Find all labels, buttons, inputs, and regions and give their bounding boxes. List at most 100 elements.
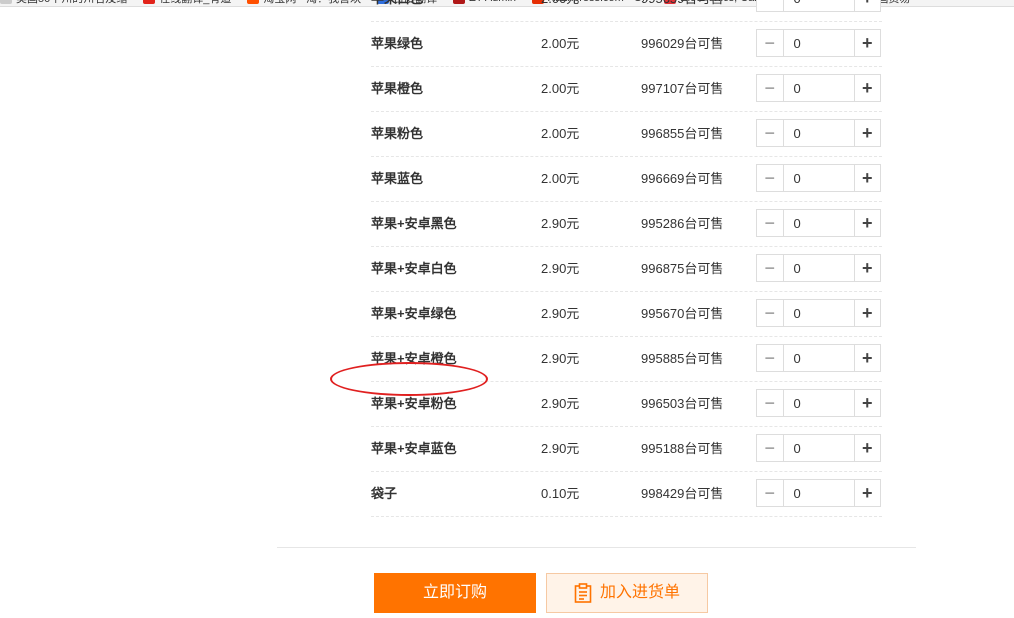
sku-price: 2.90元 — [541, 261, 580, 276]
increase-quantity-button[interactable]: + — [853, 0, 881, 11]
sku-name: 苹果白色 — [371, 0, 423, 21]
add-to-purchase-list-button[interactable]: 加入进货单 — [546, 573, 708, 613]
stock-number: 996029 — [641, 36, 685, 51]
buy-now-button[interactable]: 立即订购 — [374, 573, 536, 613]
quantity-input[interactable] — [783, 75, 854, 101]
stock-number: 996875 — [641, 261, 685, 276]
sku-row: 苹果+安卓橙色2.90元995885台可售−+ — [371, 337, 882, 382]
sku-stock: 996855台可售 — [641, 112, 723, 156]
stock-unit: 台可售 — [684, 396, 724, 411]
increase-quantity-button[interactable]: + — [853, 255, 881, 281]
sku-stock: 996875台可售 — [641, 247, 723, 291]
decrease-quantity-button[interactable]: − — [757, 30, 784, 56]
quantity-input[interactable] — [783, 435, 854, 461]
increase-quantity-button[interactable]: + — [853, 120, 881, 146]
quantity-stepper: −+ — [756, 164, 881, 192]
quantity-input[interactable] — [783, 300, 854, 326]
sku-price: 2.00元 — [541, 0, 579, 21]
sku-stock: 995188台可售 — [641, 427, 723, 471]
decrease-quantity-button[interactable]: − — [757, 345, 784, 371]
quantity-stepper: −+ — [756, 29, 881, 57]
decrease-quantity-button[interactable]: − — [757, 210, 784, 236]
increase-quantity-button[interactable]: + — [853, 390, 881, 416]
sku-stock: 995286台可售 — [641, 202, 723, 246]
decrease-quantity-button[interactable]: − — [757, 120, 784, 146]
increase-quantity-button[interactable]: + — [853, 30, 881, 56]
sku-name: 苹果+安卓蓝色 — [371, 441, 457, 456]
sku-stock: 995659台可售 — [641, 0, 723, 21]
stock-number: 995659 — [641, 0, 684, 6]
increase-quantity-button[interactable]: + — [853, 480, 881, 506]
increase-quantity-button[interactable]: + — [853, 75, 881, 101]
quantity-input[interactable] — [783, 0, 854, 11]
quantity-stepper: −+ — [756, 74, 881, 102]
stock-unit: 台可售 — [684, 261, 724, 276]
bookmark-label: 在线翻译_有道 — [159, 0, 231, 6]
quantity-input[interactable] — [783, 390, 854, 416]
sku-price: 2.90元 — [541, 396, 580, 411]
sku-row: 苹果+安卓黑色2.90元995286台可售−+ — [371, 202, 882, 247]
increase-quantity-button[interactable]: + — [853, 300, 881, 326]
increase-quantity-button[interactable]: + — [853, 165, 881, 191]
sku-name: 苹果橙色 — [371, 81, 424, 96]
sku-name: 苹果+安卓粉色 — [371, 396, 457, 411]
increase-quantity-button[interactable]: + — [853, 345, 881, 371]
quantity-input[interactable] — [783, 30, 854, 56]
quantity-input[interactable] — [783, 480, 854, 506]
stock-number: 996503 — [641, 396, 685, 411]
decrease-quantity-button[interactable]: − — [757, 390, 784, 416]
quantity-stepper: −+ — [756, 389, 881, 417]
quantity-input[interactable] — [783, 345, 854, 371]
sku-row: 苹果+安卓绿色2.90元995670台可售−+ — [371, 292, 882, 337]
sku-name: 苹果+安卓白色 — [371, 261, 457, 276]
quantity-stepper: −+ — [756, 254, 881, 282]
sku-row: 苹果白色 2.00元 995659台可售 − + — [371, 0, 882, 22]
sku-stock: 995885台可售 — [641, 337, 723, 381]
sku-stock: 998429台可售 — [641, 472, 723, 516]
quantity-input[interactable] — [783, 210, 854, 236]
sku-price: 2.00元 — [541, 36, 580, 51]
decrease-quantity-button[interactable]: − — [757, 75, 784, 101]
sku-price: 0.10元 — [541, 486, 580, 501]
stock-unit: 台可售 — [684, 171, 724, 186]
quantity-input[interactable] — [783, 165, 854, 191]
stock-unit: 台可售 — [684, 81, 724, 96]
stock-number: 996855 — [641, 126, 685, 141]
sku-price: 2.90元 — [541, 441, 580, 456]
decrease-quantity-button[interactable]: − — [757, 165, 784, 191]
quantity-input[interactable] — [783, 120, 854, 146]
stock-unit: 台可售 — [684, 441, 724, 456]
quantity-stepper: −+ — [756, 299, 881, 327]
sku-row: 苹果+安卓粉色2.90元996503台可售−+ — [371, 382, 882, 427]
sku-row: 袋子0.10元998429台可售−+ — [371, 472, 882, 517]
stock-number: 998429 — [641, 486, 685, 501]
decrease-quantity-button[interactable]: − — [757, 255, 784, 281]
sku-stock: 997107台可售 — [641, 67, 723, 111]
quantity-stepper: −+ — [756, 119, 881, 147]
sku-price: 2.00元 — [541, 171, 580, 186]
quantity-stepper: −+ — [756, 344, 881, 372]
sku-price: 2.00元 — [541, 126, 580, 141]
quantity-input[interactable] — [783, 255, 854, 281]
stock-unit: 台可售 — [684, 36, 724, 51]
decrease-quantity-button[interactable]: − — [757, 435, 784, 461]
sku-name: 苹果+安卓黑色 — [371, 216, 457, 231]
sku-row: 苹果绿色2.00元996029台可售−+ — [371, 22, 882, 67]
decrease-quantity-button[interactable]: − — [757, 0, 784, 11]
bookmark-item[interactable]: 美国50个州的州名及缩 — [0, 0, 127, 6]
stock-number: 997107 — [641, 81, 685, 96]
increase-quantity-button[interactable]: + — [853, 435, 881, 461]
stock-unit: 台可售 — [684, 0, 723, 6]
decrease-quantity-button[interactable]: − — [757, 300, 784, 326]
bookmark-favicon-icon — [0, 0, 12, 4]
quantity-stepper: −+ — [756, 479, 881, 507]
sku-row: 苹果橙色2.00元997107台可售−+ — [371, 67, 882, 112]
stock-number: 995286 — [641, 216, 685, 231]
sku-name: 苹果绿色 — [371, 36, 424, 51]
increase-quantity-button[interactable]: + — [853, 210, 881, 236]
sku-price: 2.90元 — [541, 351, 580, 366]
bookmark-item[interactable]: 淘宝网 - 淘！我喜欢 — [247, 0, 361, 6]
decrease-quantity-button[interactable]: − — [757, 480, 784, 506]
bookmark-item[interactable]: 在线翻译_有道 — [143, 0, 231, 6]
sku-stock: 996669台可售 — [641, 157, 723, 201]
